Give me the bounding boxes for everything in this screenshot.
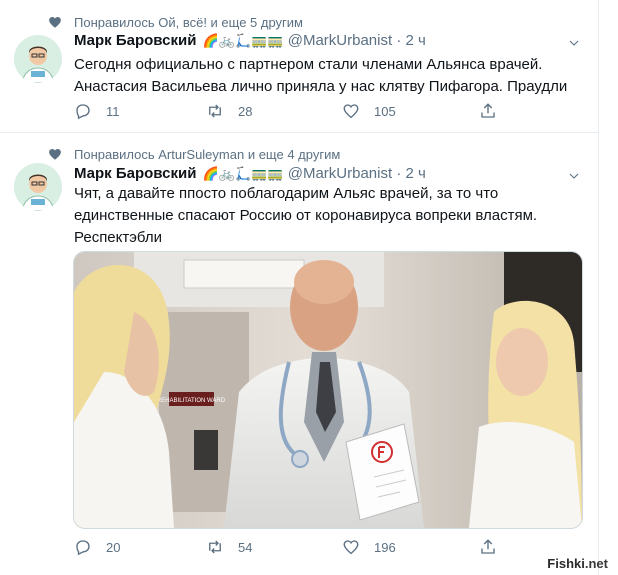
- tweet-actions: 20 54 196: [74, 538, 514, 558]
- tweet-text: Чят, а давайте ппосто поблагодарим Альяс…: [74, 185, 538, 246]
- share-button[interactable]: [479, 102, 511, 120]
- chevron-down-icon[interactable]: [568, 170, 580, 182]
- avatar[interactable]: [14, 35, 62, 83]
- tweet[interactable]: Понравилось ArturSuleyman и еще 4 другим…: [0, 133, 598, 575]
- heart-filled-icon: [49, 148, 61, 160]
- retweet-button[interactable]: 54: [206, 538, 252, 556]
- tweet-photo[interactable]: REHABILITATION WARD: [73, 251, 583, 529]
- heart-icon: [343, 540, 359, 555]
- author-handle[interactable]: @MarkUrbanist: [288, 32, 392, 49]
- doctors-scene-image: REHABILITATION WARD: [74, 252, 582, 528]
- retweet-button[interactable]: 28: [206, 102, 252, 120]
- social-context[interactable]: Понравилось Ой, всё! и еще 5 другим: [74, 15, 303, 30]
- retweet-count: 28: [238, 103, 253, 119]
- like-button[interactable]: 105: [342, 102, 396, 120]
- retweet-icon: [209, 104, 221, 118]
- ward-sign: REHABILITATION WARD: [157, 398, 226, 404]
- watermark-brand: Fishki: [547, 556, 585, 571]
- reply-button[interactable]: 11: [74, 102, 120, 120]
- reply-count: 20: [106, 539, 121, 555]
- avatar[interactable]: [14, 163, 62, 211]
- reply-button[interactable]: 20: [74, 538, 120, 556]
- like-count: 196: [374, 539, 396, 555]
- heart-icon: [343, 104, 359, 119]
- retweet-icon: [209, 540, 221, 554]
- tweet-time[interactable]: · 2 ч: [396, 165, 426, 182]
- tweet[interactable]: Понравилось Ой, всё! и еще 5 другим Марк…: [0, 0, 598, 133]
- tweet-actions: 11 28 105: [74, 102, 514, 122]
- avatar-illustration-icon: [14, 163, 62, 211]
- tweet-time[interactable]: · 2 ч: [396, 32, 426, 49]
- author-emoji: 🌈🚲🛴🚃🚃: [202, 33, 284, 49]
- author-handle[interactable]: @MarkUrbanist: [288, 165, 392, 182]
- like-button[interactable]: 196: [342, 538, 396, 556]
- author-name[interactable]: Марк Баровский: [74, 165, 196, 182]
- timeline: Понравилось Ой, всё! и еще 5 другим Марк…: [0, 0, 599, 575]
- heart-filled-icon: [49, 16, 61, 28]
- reply-icon: [76, 104, 90, 120]
- share-icon: [481, 103, 495, 118]
- share-icon: [481, 539, 495, 554]
- reply-icon: [76, 540, 90, 556]
- author-name[interactable]: Марк Баровский: [74, 32, 196, 49]
- author-emoji: 🌈🚲🛴🚃🚃: [202, 166, 284, 182]
- tweet-header: Марк Баровский 🌈🚲🛴🚃🚃 @MarkUrbanist · 2 ч: [74, 32, 426, 49]
- share-button[interactable]: [479, 538, 511, 556]
- watermark-tld: .net: [584, 556, 608, 571]
- watermark: Fishki.net: [547, 556, 608, 571]
- retweet-count: 54: [238, 539, 253, 555]
- reply-count: 11: [106, 103, 120, 119]
- chevron-down-icon[interactable]: [568, 37, 580, 49]
- social-context[interactable]: Понравилось ArturSuleyman и еще 4 другим: [74, 147, 340, 162]
- tweet-text: Сегодня официально с партнером стали чле…: [74, 56, 568, 95]
- avatar-illustration-icon: [14, 35, 62, 83]
- tweet-header: Марк Баровский 🌈🚲🛴🚃🚃 @MarkUrbanist · 2 ч: [74, 165, 426, 182]
- like-count: 105: [374, 103, 396, 119]
